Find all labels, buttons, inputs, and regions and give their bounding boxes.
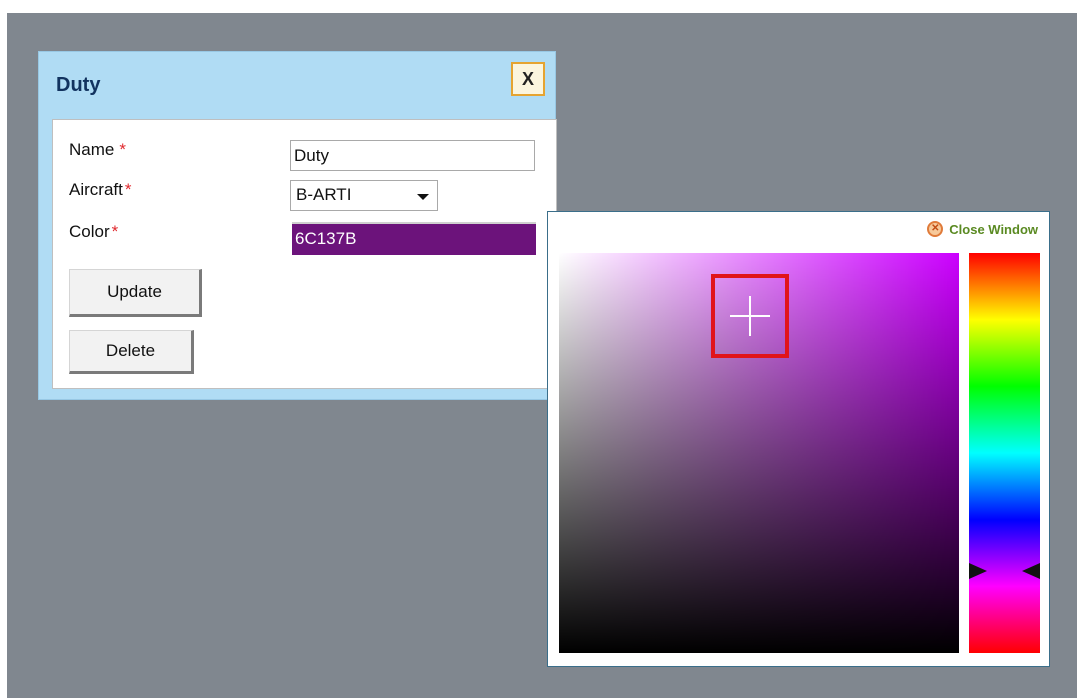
crosshair-icon (730, 296, 770, 336)
selection-marker[interactable] (711, 274, 789, 358)
hue-slider-left-arrow-icon[interactable] (969, 563, 987, 579)
dialog-form: Name* Aircraft* B-ARTI Color* 6C137B Upd… (52, 119, 557, 389)
saturation-value-field[interactable] (559, 253, 959, 653)
aircraft-label-text: Aircraft (69, 180, 123, 199)
aircraft-select[interactable]: B-ARTI (290, 180, 438, 211)
close-window-button[interactable]: ✕ Close Window (927, 221, 1038, 237)
name-label-text: Name (69, 140, 115, 159)
color-input[interactable]: 6C137B (292, 222, 536, 255)
close-window-label: Close Window (949, 221, 1038, 237)
duty-dialog: Duty X Name* Aircraft* B-ARTI Color* 6C1… (38, 51, 557, 400)
aircraft-label: Aircraft * (69, 180, 131, 200)
close-circle-icon: ✕ (927, 221, 944, 237)
color-required-marker: * (111, 222, 119, 241)
name-input[interactable] (290, 140, 535, 171)
aircraft-select-value: B-ARTI (296, 185, 352, 204)
dialog-close-button[interactable]: X (511, 62, 545, 96)
name-label: Name * (69, 140, 126, 160)
update-button[interactable]: Update (69, 269, 202, 317)
name-required-marker: * (119, 140, 126, 159)
hue-slider[interactable] (969, 253, 1040, 653)
aircraft-required-marker: * (124, 180, 132, 199)
delete-button[interactable]: Delete (69, 330, 194, 374)
chevron-down-icon (417, 194, 429, 200)
color-picker-popup: ✕ Close Window (547, 211, 1050, 667)
hue-slider-right-arrow-icon[interactable] (1022, 563, 1040, 579)
color-label: Color * (69, 222, 118, 242)
color-label-text: Color (69, 222, 110, 241)
dialog-title: Duty (56, 74, 101, 96)
